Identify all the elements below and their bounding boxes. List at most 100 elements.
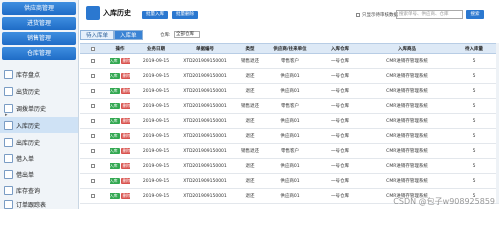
column-header: 操作	[115, 46, 125, 52]
sidebar-item-transfer-history[interactable]: 调拨单历史	[0, 100, 78, 116]
cell-document-no[interactable]: XTD201909150001	[180, 159, 230, 173]
expand-icon[interactable]: ▸	[5, 112, 8, 118]
delete-button[interactable]: 删除	[120, 58, 130, 64]
delete-button[interactable]: 删除	[120, 133, 130, 139]
select-all-checkbox[interactable]	[88, 44, 98, 53]
cell-document-no[interactable]: XTD201909150001	[180, 129, 230, 143]
pending-only-checkbox[interactable]	[356, 13, 360, 17]
inbound-button[interactable]: 入库	[110, 73, 120, 79]
row-checkbox[interactable]	[88, 129, 98, 143]
delete-button[interactable]: 删除	[120, 73, 130, 79]
delete-button[interactable]: 删除	[120, 118, 130, 124]
row-checkbox[interactable]	[88, 69, 98, 83]
batch-delete-button[interactable]: 批量删除	[172, 11, 198, 19]
table-row[interactable]: 入库 删除 2019-09-15 XTD201909150001 退还 供应商0…	[80, 114, 499, 129]
cell-document-no[interactable]: XTD201909150001	[180, 84, 230, 98]
sidebar-section-purchase[interactable]: 进货管理	[2, 17, 76, 30]
tab-bar: 待入库单 入库单 仓库: 全部仓库	[80, 30, 499, 40]
cell-warehouse: 一号仓库	[331, 164, 349, 169]
inbound-button[interactable]: 入库	[110, 148, 120, 154]
cell-partner: 供应商01	[280, 134, 300, 139]
inbound-button[interactable]: 入库	[110, 178, 120, 184]
delete-button[interactable]: 删除	[120, 163, 130, 169]
sidebar-item-outbound-history[interactable]: 出库历史	[0, 134, 78, 150]
sidebar-item-borrow-out[interactable]: 借出单	[0, 166, 78, 182]
cell-warehouse: 一号仓库	[331, 119, 349, 124]
cell-document-no[interactable]: XTD201909150001	[180, 144, 230, 158]
row-checkbox[interactable]	[88, 159, 98, 173]
document-icon	[4, 120, 13, 130]
delete-button[interactable]: 删除	[120, 103, 130, 109]
row-actions: 入库 删除	[110, 54, 130, 68]
table-row[interactable]: 入库 删除 2019-09-15 XTD201909150001 销售退还 零售…	[80, 54, 499, 69]
table-row[interactable]: 入库 删除 2019-09-15 XTD201909150001 销售退还 零售…	[80, 144, 499, 159]
cell-date: 2019-09-15	[142, 58, 170, 64]
delete-button[interactable]: 删除	[120, 178, 130, 184]
row-checkbox[interactable]	[88, 189, 98, 203]
cell-warehouse: 一号仓库	[331, 194, 349, 199]
sidebar-item-label: 借出单	[16, 171, 35, 179]
row-checkbox[interactable]	[88, 144, 98, 158]
cell-document-no[interactable]: XTD201909150001	[180, 174, 230, 188]
inbound-button[interactable]: 入库	[110, 88, 120, 94]
cell-partner: 零售客户	[281, 104, 299, 109]
column-header: 入库仓库	[331, 46, 349, 52]
cell-type: 退还	[245, 74, 255, 79]
cell-document-no[interactable]: XTD201909150001	[180, 114, 230, 128]
inbound-button[interactable]: 入库	[110, 103, 120, 109]
row-checkbox[interactable]	[88, 54, 98, 68]
cell-goods: CMR进销存管理系统	[386, 134, 428, 139]
inbound-button[interactable]: 入库	[110, 118, 120, 124]
cell-document-no[interactable]: XTD201909150001	[180, 189, 230, 203]
sidebar-item-borrow-in[interactable]: 借入单	[0, 150, 78, 166]
sidebar-section-warehouse[interactable]: 仓库管理	[2, 47, 76, 60]
cell-date: 2019-09-15	[142, 148, 170, 154]
sidebar-section-supplier[interactable]: 供应商管理	[2, 2, 76, 15]
sidebar-item-stocktake[interactable]: 库存盘点	[0, 66, 78, 82]
sidebar-section-sales[interactable]: 销售管理	[2, 32, 76, 45]
table-row[interactable]: 入库 删除 2019-09-15 XTD201909150001 退还 供应商0…	[80, 174, 499, 189]
inbound-button[interactable]: 入库	[110, 58, 120, 64]
cell-document-no[interactable]: XTD201909150001	[180, 69, 230, 83]
sidebar-item-order-tracking[interactable]: 订单跟踪表	[0, 196, 78, 212]
cell-goods: CMR进销存管理系统	[386, 164, 428, 169]
row-checkbox[interactable]	[88, 99, 98, 113]
warehouse-filter-select[interactable]: 全部仓库	[174, 31, 200, 38]
sidebar-item-label: 入库历史	[16, 122, 41, 130]
delete-button[interactable]: 删除	[120, 88, 130, 94]
cell-goods: CMR进销存管理系统	[386, 149, 428, 154]
table-row[interactable]: 入库 删除 2019-09-15 XTD201909150001 退还 供应商0…	[80, 69, 499, 84]
cell-document-no[interactable]: XTD201909150001	[180, 99, 230, 113]
sidebar-item-shipping-history[interactable]: 出货历史	[0, 83, 78, 99]
search-input[interactable]: 搜索单号、供应商、仓库	[396, 10, 463, 19]
inbound-button[interactable]: 入库	[110, 193, 120, 199]
table-row[interactable]: 入库 删除 2019-09-15 XTD201909150001 退还 供应商0…	[80, 159, 499, 174]
cell-type: 退还	[245, 194, 255, 199]
page-title: 入库历史	[103, 9, 131, 17]
cell-qty: 5	[472, 73, 476, 79]
cell-date: 2019-09-15	[142, 103, 170, 109]
sidebar-item-inbound-history[interactable]: 入库历史	[0, 117, 78, 133]
document-icon	[4, 137, 13, 147]
table-row[interactable]: 入库 删除 2019-09-15 XTD201909150001 退还 供应商0…	[80, 84, 499, 99]
delete-button[interactable]: 删除	[120, 193, 130, 199]
document-icon	[4, 169, 13, 179]
inbound-button[interactable]: 入库	[110, 163, 120, 169]
row-checkbox[interactable]	[88, 114, 98, 128]
table-row[interactable]: 入库 删除 2019-09-15 XTD201909150001 退还 供应商0…	[80, 129, 499, 144]
row-checkbox[interactable]	[88, 174, 98, 188]
cell-type: 退还	[245, 179, 255, 184]
delete-button[interactable]: 删除	[120, 148, 130, 154]
cell-warehouse: 一号仓库	[331, 59, 349, 64]
inbound-button[interactable]: 入库	[110, 133, 120, 139]
cell-document-no[interactable]: XTD201909150001	[180, 54, 230, 68]
row-checkbox[interactable]	[88, 84, 98, 98]
column-header: 类型	[245, 46, 255, 52]
cell-warehouse: 一号仓库	[331, 179, 349, 184]
tab-pending-inbound[interactable]: 待入库单	[80, 30, 115, 40]
table-row[interactable]: 入库 删除 2019-09-15 XTD201909150001 销售退还 零售…	[80, 99, 499, 114]
search-button[interactable]: 搜索	[466, 10, 484, 19]
cell-qty: 5	[472, 88, 476, 94]
tab-inbound[interactable]: 入库单	[114, 30, 143, 40]
batch-inbound-button[interactable]: 批量入库	[142, 11, 168, 19]
